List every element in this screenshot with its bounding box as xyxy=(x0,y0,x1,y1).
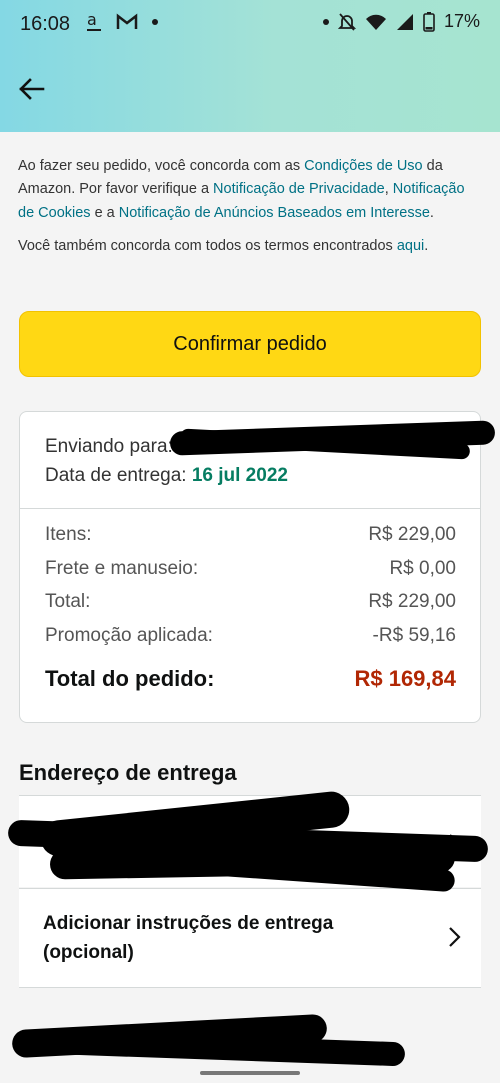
order-summary-card: Enviando para: Data de entrega: 16 jul 2… xyxy=(19,411,496,723)
summary-row-promotion: Promoção aplicada: -R$ 59,16 xyxy=(45,624,456,646)
battery-icon xyxy=(423,11,435,32)
delivery-address-title: Endereço de entrega xyxy=(19,760,237,785)
order-total-label: Total do pedido: xyxy=(45,666,215,691)
back-arrow-icon[interactable] xyxy=(14,72,48,106)
delivery-instructions-optional: (opcional) xyxy=(43,942,134,963)
terms-of-use-link[interactable]: Condições de Uso xyxy=(304,158,423,174)
cell-signal-icon xyxy=(396,13,414,31)
redaction-mark xyxy=(39,1029,406,1067)
interest-ads-notice-link[interactable]: Notificação de Anúncios Baseados em Inte… xyxy=(119,205,430,221)
muted-bell-icon xyxy=(337,12,356,32)
terms-here-link[interactable]: aqui xyxy=(397,238,424,254)
chevron-right-icon xyxy=(447,925,463,949)
svg-text:a: a xyxy=(87,11,97,29)
home-indicator[interactable] xyxy=(200,1071,300,1075)
legal-notice: Ao fazer seu pedido, você concorda com a… xyxy=(18,155,483,258)
delivery-instructions-label: Adicionar instruções de entrega xyxy=(43,913,334,934)
app-header: 16:08 a 17% xyxy=(0,0,500,132)
order-total-value: R$ 169,84 xyxy=(354,666,456,691)
summary-row-shipping: Frete e manuseio: R$ 0,00 xyxy=(45,557,456,579)
legal-agreement-text: Ao fazer seu pedido, você concorda com a… xyxy=(18,158,465,221)
summary-row-items: Itens: R$ 229,00 xyxy=(45,524,456,545)
status-bar: 16:08 a 17% xyxy=(0,0,500,50)
delivery-instructions-row[interactable]: Adicionar instruções de entrega (opciona… xyxy=(19,888,481,988)
delivery-date: 16 jul 2022 xyxy=(191,465,288,486)
amazon-notification-icon: a xyxy=(86,11,102,33)
gmail-icon xyxy=(116,13,138,31)
wifi-icon xyxy=(365,13,387,31)
order-total-row: Total do pedido: R$ 169,84 xyxy=(45,666,456,700)
sending-to-label: Enviando para: xyxy=(45,436,173,457)
more-notifications-dot-icon xyxy=(152,19,158,25)
status-time: 16:08 xyxy=(20,13,71,35)
delivery-date-label: Data de entrega: xyxy=(45,465,187,486)
summary-row-total: Total: R$ 229,00 xyxy=(45,591,456,612)
price-summary: Itens: R$ 229,00 Frete e manuseio: R$ 0,00… xyxy=(45,524,456,700)
battery-percent: 17% xyxy=(443,11,480,31)
divider xyxy=(20,508,480,509)
dot-icon xyxy=(322,18,329,25)
legal-also-text: Você também concorda com todos os termos… xyxy=(18,237,429,254)
privacy-notice-link[interactable]: Notificação de Privacidade xyxy=(213,181,385,197)
confirm-order-button[interactable]: Confirmar pedido xyxy=(19,311,481,377)
